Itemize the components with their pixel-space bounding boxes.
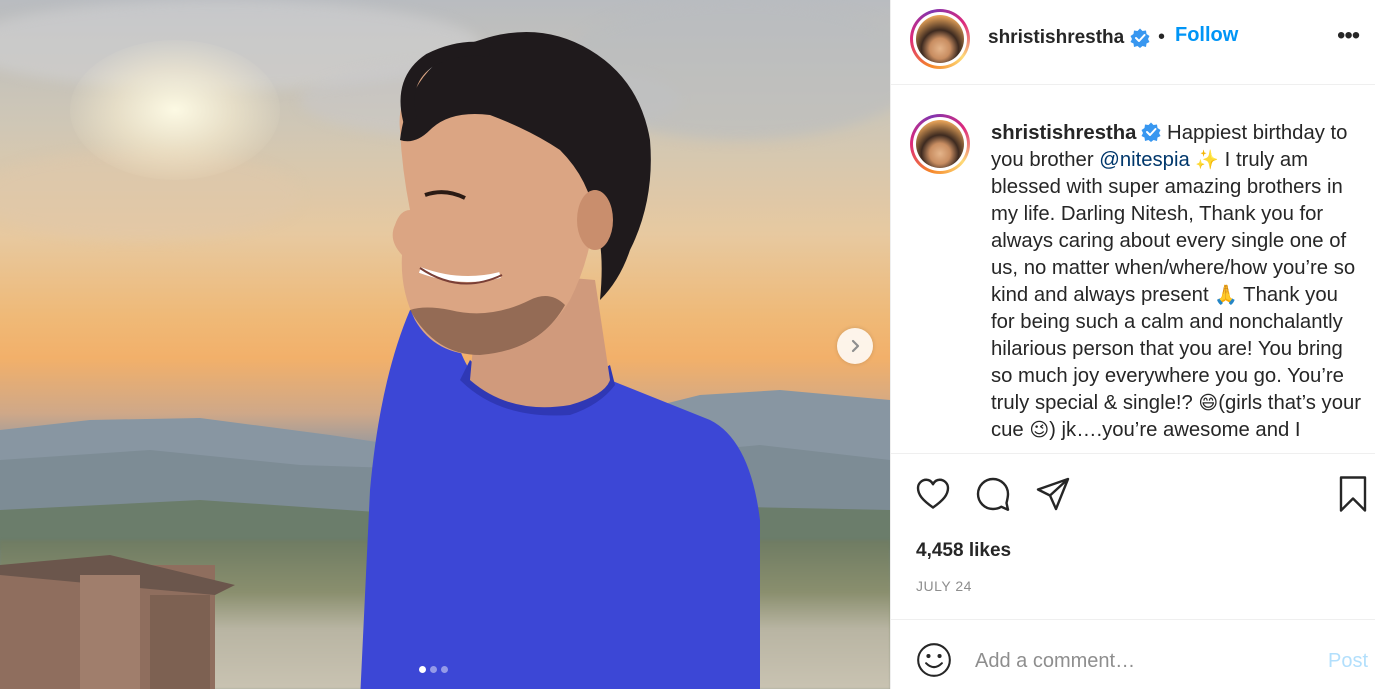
save-button[interactable] xyxy=(1333,474,1373,514)
caption-username[interactable]: shristishrestha xyxy=(991,122,1136,144)
separator-dot: • xyxy=(1158,26,1166,48)
author-username[interactable]: shristishrestha xyxy=(988,27,1124,49)
likes-count[interactable]: 4,458 likes xyxy=(916,540,1011,562)
verified-badge-icon xyxy=(1130,28,1150,48)
comment-button[interactable] xyxy=(973,474,1013,514)
comment-input[interactable] xyxy=(975,646,1295,676)
avatar-image xyxy=(916,120,964,168)
comment-icon xyxy=(976,477,1010,511)
carousel-indicator xyxy=(419,666,448,673)
carousel-dot xyxy=(419,666,426,673)
share-icon xyxy=(1036,477,1070,511)
post-caption: shristishrestha Happiest birthday to you… xyxy=(991,120,1361,444)
caption-text: I truly am blessed with super amazing br… xyxy=(991,149,1356,306)
caption-mention-link[interactable]: @nitespia xyxy=(1099,149,1190,171)
share-button[interactable] xyxy=(1033,474,1073,514)
post-photo[interactable] xyxy=(0,0,890,689)
add-comment-bar: Post xyxy=(891,620,1375,689)
carousel-dot xyxy=(430,666,437,673)
verified-badge-icon xyxy=(1141,122,1161,142)
caption-text: ) jk….you’re awesome and I xyxy=(1049,419,1301,441)
smiley-icon[interactable] xyxy=(915,641,953,679)
avatar-image xyxy=(916,15,964,63)
grin-emoji: 😄 xyxy=(1198,392,1219,414)
chevron-right-icon xyxy=(851,339,860,353)
sun-glow xyxy=(70,40,280,180)
heart-icon xyxy=(916,478,950,509)
follow-button[interactable]: Follow xyxy=(1175,24,1238,47)
like-button[interactable] xyxy=(913,474,953,514)
post-actions: 4,458 likes JULY 24 xyxy=(891,453,1375,620)
more-options-icon[interactable]: ••• xyxy=(1337,22,1360,50)
next-slide-button[interactable] xyxy=(837,328,873,364)
author-avatar[interactable] xyxy=(910,9,970,69)
pray-emoji: 🙏 xyxy=(1214,284,1238,306)
bookmark-icon xyxy=(1339,476,1367,512)
person xyxy=(360,32,760,689)
sparkles-emoji: ✨ xyxy=(1195,149,1220,171)
post-date[interactable]: JULY 24 xyxy=(916,578,972,594)
post-header: shristishrestha • Follow ••• xyxy=(891,0,1375,85)
post-comment-button[interactable]: Post xyxy=(1328,650,1368,673)
comments-section: shristishrestha Happiest birthday to you… xyxy=(891,85,1375,453)
caption-author-avatar[interactable] xyxy=(910,114,970,174)
brick-building xyxy=(0,555,235,689)
post-sidebar: shristishrestha • Follow ••• shristishre… xyxy=(890,0,1375,689)
wink-emoji: 😉 xyxy=(1029,419,1050,441)
carousel-dot xyxy=(441,666,448,673)
